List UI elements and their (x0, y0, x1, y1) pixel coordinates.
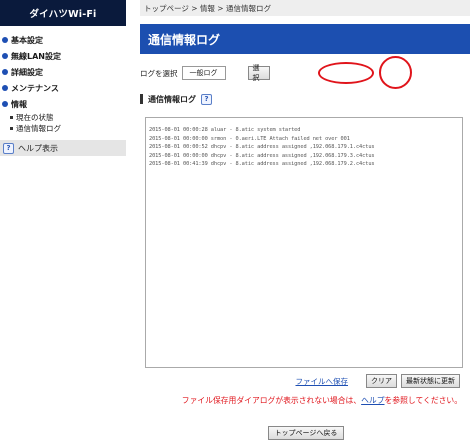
sidebar-subitem-label: 現在の状態 (16, 113, 54, 122)
sidebar-subitem-comm-log[interactable]: 通信情報ログ (0, 123, 126, 134)
help-link[interactable]: ヘルプ (361, 396, 384, 405)
sidebar-item-label: 基本設定 (11, 35, 43, 45)
clear-button[interactable]: クリア (366, 374, 397, 388)
sidebar: ダイハツWi-Fi 基本設定 無線LAN設定 詳細設定 メンテナンス 情報 現在… (0, 0, 126, 448)
log-select-label: ログを選択 (140, 68, 178, 78)
sidebar-item-label: メンテナンス (11, 83, 59, 93)
sidebar-subitem-label: 通信情報ログ (16, 124, 61, 133)
bullet-icon (2, 69, 8, 75)
back-to-top-button[interactable]: トップページへ戻る (268, 426, 344, 440)
help-display-button[interactable]: ? ヘルプ表示 (0, 140, 126, 156)
sidebar-item-advanced-settings[interactable]: 詳細設定 (0, 64, 126, 80)
main-content: トップページ > 情報 > 通信情報ログ 通信情報ログ ログを選択 一般ログ 選… (140, 0, 470, 448)
page-title: 通信情報ログ (140, 24, 470, 54)
highlight-oval (318, 62, 374, 84)
sidebar-item-info[interactable]: 情報 (0, 96, 126, 112)
help-display-label: ヘルプ表示 (18, 143, 58, 153)
section-bar (140, 94, 143, 104)
bullet-icon (2, 101, 8, 107)
log-select-row: ログを選択 一般ログ 選択 (140, 64, 270, 82)
breadcrumb: トップページ > 情報 > 通信情報ログ (140, 0, 470, 16)
section-title: 通信情報ログ (148, 94, 196, 104)
bullet-icon (2, 53, 8, 59)
sidebar-item-basic-settings[interactable]: 基本設定 (0, 32, 126, 48)
sidebar-item-label: 無線LAN設定 (11, 51, 61, 61)
refresh-button[interactable]: 最新状態に更新 (401, 374, 460, 388)
square-bullet-icon (10, 116, 13, 119)
save-to-file-link[interactable]: ファイルへ保存 (296, 376, 349, 387)
log-textarea[interactable]: 2015-08-01 00:00:28 aluar - 8.atic syste… (145, 117, 463, 368)
log-actions: ファイルへ保存 クリア 最新状態に更新 (296, 374, 460, 388)
highlight-oval (379, 56, 412, 89)
sidebar-item-label: 情報 (11, 99, 27, 109)
square-bullet-icon (10, 127, 13, 130)
log-type-select[interactable]: 一般ログ (181, 66, 226, 80)
help-icon: ? (3, 142, 14, 154)
sidebar-item-label: 詳細設定 (11, 67, 43, 77)
help-icon[interactable]: ? (201, 93, 212, 105)
log-content: 2015-08-01 00:00:28 aluar - 8.atic syste… (149, 127, 375, 167)
brand-logo[interactable]: ダイハツWi-Fi (0, 0, 126, 26)
notice-after: を参照してください。 (384, 396, 463, 405)
section-header: 通信情報ログ ? (140, 92, 216, 106)
sidebar-subitem-status[interactable]: 現在の状態 (0, 112, 126, 123)
notice-text: ファイル保存用ダイアログが表示されない場合は、ヘルプを参照してください。 (182, 395, 462, 406)
sidebar-item-maintenance[interactable]: メンテナンス (0, 80, 126, 96)
sidebar-nav: 基本設定 無線LAN設定 詳細設定 メンテナンス 情報 現在の状態 通信情報ログ… (0, 32, 126, 156)
select-button[interactable]: 選択 (247, 64, 270, 82)
sidebar-item-wireless-lan[interactable]: 無線LAN設定 (0, 48, 126, 64)
bullet-icon (2, 85, 8, 91)
bullet-icon (2, 37, 8, 43)
notice-before: ファイル保存用ダイアログが表示されない場合は、 (181, 396, 362, 405)
